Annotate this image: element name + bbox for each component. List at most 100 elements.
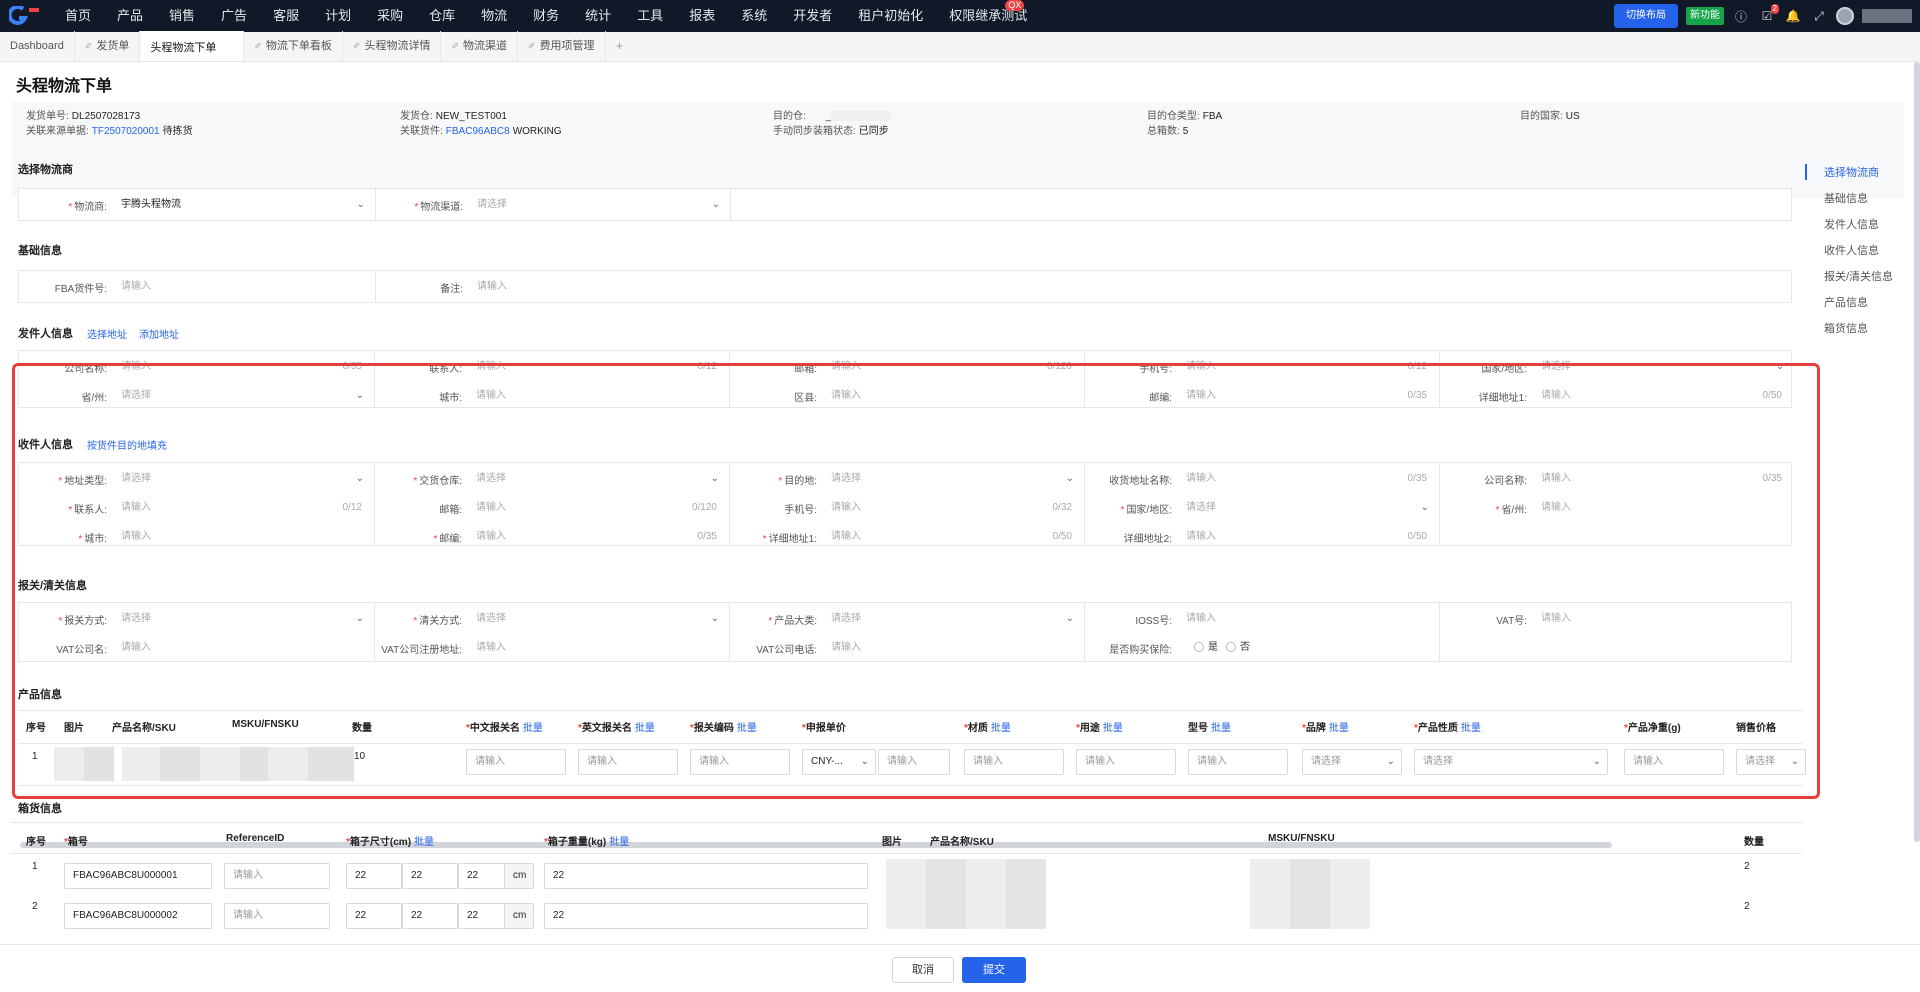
box-weight-input[interactable]: 22 [544, 863, 868, 889]
menu-item-11[interactable]: 工具 [624, 0, 676, 32]
menu-item-1[interactable]: 产品 [104, 0, 156, 32]
box-size-l-input[interactable]: 22 [346, 863, 402, 889]
product-input-weight[interactable]: 请输入 [1624, 749, 1724, 775]
receiver-email-input[interactable]: 邮箱: 请输入 0/120 [374, 496, 729, 520]
menu-item-8[interactable]: 物流 [468, 0, 520, 32]
radio-yes[interactable] [1194, 642, 1204, 653]
batch-link[interactable]: 批量 [635, 723, 655, 734]
product-input-model[interactable]: 请输入 [1188, 749, 1288, 775]
customs-clear-select[interactable]: * 清关方式: 请选择 ⌄ [374, 607, 729, 631]
receiver-phone-input[interactable]: 手机号: 请输入 0/32 [729, 496, 1084, 520]
menu-item-15[interactable]: 租户初始化 [845, 0, 936, 32]
submit-button[interactable]: 提交 [962, 957, 1026, 983]
customs-vat-input[interactable]: VAT号: 请输入 [1439, 607, 1794, 631]
product-input-en[interactable]: 请输入 [578, 749, 678, 775]
batch-link[interactable]: 批量 [414, 837, 434, 848]
add-tab-button[interactable]: + [606, 31, 634, 61]
anchor-nav-item-3[interactable]: 收件人信息 [1824, 242, 1879, 258]
menu-item-13[interactable]: 系统 [728, 0, 780, 32]
customs-vat-company-input[interactable]: VAT公司名: 请输入 [19, 636, 374, 660]
product-input-cn[interactable]: 请输入 [466, 749, 566, 775]
sender-country-select[interactable]: 国家/地区: 请选择 ⌄ [1439, 355, 1794, 379]
fill-by-destination-link[interactable]: 按货件目的地填充 [87, 437, 167, 452]
menu-item-10[interactable]: 统计 [572, 0, 624, 32]
batch-link[interactable]: 批量 [737, 723, 757, 734]
batch-link[interactable]: 批量 [609, 837, 629, 848]
tab-2[interactable]: 头程物流下单 [140, 31, 245, 61]
receiver-address-name-input[interactable]: 收货地址名称: 请输入 0/35 [1084, 467, 1439, 491]
reference-id-input[interactable]: 请输入 [224, 903, 330, 929]
tab-1[interactable]: ✐ 发货单 [75, 31, 141, 61]
receiver-city-input[interactable]: * 城市: 请输入 [19, 525, 374, 549]
customs-ioss-input[interactable]: IOSS号: 请输入 [1084, 607, 1439, 631]
anchor-nav-item-4[interactable]: 报关/清关信息 [1824, 268, 1893, 284]
anchor-nav-item-1[interactable]: 基础信息 [1824, 190, 1868, 206]
channel-select[interactable]: * 物流渠道: 请选择 ⌄ [375, 193, 730, 217]
sender-zip-input[interactable]: 邮编: 请输入 0/35 [1084, 384, 1439, 408]
reference-id-input[interactable]: 请输入 [224, 863, 330, 889]
product-input-hs[interactable]: 请输入 [690, 749, 790, 775]
tab-0[interactable]: Dashboard [0, 31, 75, 61]
box-size-w-input[interactable]: 22 [402, 863, 458, 889]
tab-3[interactable]: ✐ 物流下单看板 [244, 31, 343, 61]
receiver-zip-input[interactable]: * 邮编: 请输入 0/35 [374, 525, 729, 549]
menu-item-16[interactable]: 权限继承测试 QX [936, 0, 1040, 32]
carrier-select[interactable]: * 物流商: 宇腾头程物流 ⌄ [19, 193, 375, 217]
receiver-warehouse-select[interactable]: * 交货仓库: 请选择 ⌄ [374, 467, 729, 491]
menu-item-2[interactable]: 销售 [156, 0, 208, 32]
page-vertical-scrollbar[interactable] [1914, 62, 1920, 842]
tab-6[interactable]: ✐ 费用项管理 [518, 31, 606, 61]
receiver-address1-input[interactable]: * 详细地址1: 请输入 0/50 [729, 525, 1084, 549]
receiver-destination-select[interactable]: * 目的地: 请选择 ⌄ [729, 467, 1084, 491]
receiver-company-input[interactable]: 公司名称: 请输入 0/35 [1439, 467, 1794, 491]
receiver-contact-input[interactable]: * 联系人: 请输入 0/12 [19, 496, 374, 520]
sender-company-input[interactable]: 公司名称: 请输入 0/35 [19, 355, 374, 379]
bell-icon[interactable]: 🔔 [1784, 9, 1802, 23]
anchor-nav-item-6[interactable]: 箱货信息 [1824, 320, 1868, 336]
customs-vat-phone-input[interactable]: VAT公司电话: 请输入 [729, 636, 1084, 660]
task-icon[interactable]: ☑ 2 [1758, 4, 1779, 23]
fba-shipment-input[interactable]: FBA货件号: 请输入 [19, 275, 375, 299]
source-document-link[interactable]: TF2507020001 [92, 126, 160, 137]
anchor-nav-item-0[interactable]: 选择物流商 [1824, 164, 1879, 180]
menu-item-6[interactable]: 采购 [364, 0, 416, 32]
menu-item-5[interactable]: 计划 [312, 0, 364, 32]
product-input-usage[interactable]: 请输入 [1076, 749, 1176, 775]
switch-layout-button[interactable]: 切换布局 [1614, 4, 1678, 28]
help-circle-icon[interactable]: ⓘ [1732, 8, 1750, 25]
remark-input[interactable]: 备注: 请输入 [375, 275, 1793, 299]
customs-vat-address-input[interactable]: VAT公司注册地址: 请输入 [374, 636, 729, 660]
currency-select[interactable]: CNY-... ⌄ [802, 749, 876, 775]
menu-item-3[interactable]: 广告 [208, 0, 260, 32]
box-size-w-input[interactable]: 22 [402, 903, 458, 929]
product-input-material[interactable]: 请输入 [964, 749, 1064, 775]
box-number-input[interactable]: FBAC96ABC8U000001 [64, 863, 212, 889]
user-name-blurred[interactable] [1862, 9, 1912, 23]
menu-item-4[interactable]: 客服 [260, 0, 312, 32]
menu-item-12[interactable]: 报表 [676, 0, 728, 32]
add-address-link[interactable]: 添加地址 [139, 326, 179, 341]
sender-district-input[interactable]: 区县: 请输入 [729, 384, 1084, 408]
expand-icon[interactable]: ⤢ [1810, 9, 1828, 24]
related-shipment-link[interactable]: FBAC96ABC8 [446, 126, 510, 137]
customs-insurance-radio[interactable]: 是否购买保险: 是否 [1084, 636, 1439, 660]
sender-city-input[interactable]: 城市: 请输入 [374, 384, 729, 408]
receiver-country-select[interactable]: * 国家/地区: 请选择 ⌄ [1084, 496, 1439, 520]
batch-link[interactable]: 批量 [1211, 723, 1231, 734]
anchor-nav-item-5[interactable]: 产品信息 [1824, 294, 1868, 310]
customs-declare-select[interactable]: * 报关方式: 请选择 ⌄ [19, 607, 374, 631]
sender-address1-input[interactable]: 详细地址1: 请输入 0/50 [1439, 384, 1794, 408]
box-size-l-input[interactable]: 22 [346, 903, 402, 929]
product-input-brand[interactable]: 请选择 ⌄ [1302, 749, 1402, 775]
box-weight-input[interactable]: 22 [544, 903, 868, 929]
radio-no[interactable] [1226, 642, 1236, 653]
sender-province-select[interactable]: 省/州: 请选择 ⌄ [19, 384, 374, 408]
sender-contact-input[interactable]: 联系人: 请输入 0/12 [374, 355, 729, 379]
batch-link[interactable]: 批量 [1103, 723, 1123, 734]
cancel-button[interactable]: 取消 [892, 957, 954, 983]
menu-item-0[interactable]: 首页 [52, 0, 104, 32]
product-input-price[interactable]: 请输入 [878, 749, 950, 775]
batch-link[interactable]: 批量 [523, 723, 543, 734]
menu-item-9[interactable]: 财务 [520, 0, 572, 32]
tab-5[interactable]: ✐ 物流渠道 [441, 31, 519, 61]
